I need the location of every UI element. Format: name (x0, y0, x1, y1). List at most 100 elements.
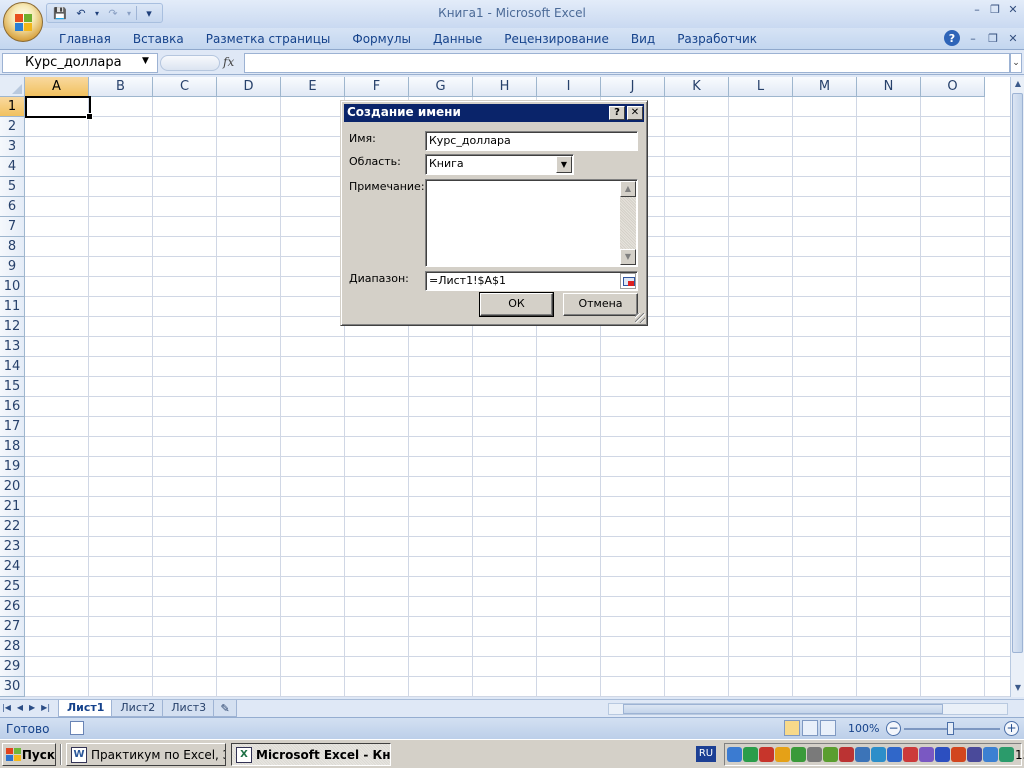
settings-icon[interactable] (807, 747, 822, 762)
ribbon-tab[interactable]: Рецензирование (493, 31, 620, 48)
vertical-scroll-thumb[interactable] (1012, 93, 1023, 653)
page-layout-view-icon[interactable] (802, 720, 818, 736)
new-sheet-icon[interactable]: ✎ (213, 700, 238, 717)
column-header[interactable]: B (89, 77, 153, 97)
globe-icon[interactable] (871, 747, 886, 762)
name-box[interactable]: Курс_доллара (2, 53, 158, 73)
agent-icon[interactable] (823, 747, 838, 762)
column-header[interactable]: I (537, 77, 601, 97)
first-sheet-icon[interactable]: |◀ (2, 703, 11, 712)
row-header[interactable]: 16 (0, 397, 25, 417)
column-header[interactable]: H (473, 77, 537, 97)
scroll-up-icon[interactable]: ▲ (1013, 79, 1023, 91)
row-header[interactable]: 24 (0, 557, 25, 577)
row-header[interactable]: 17 (0, 417, 25, 437)
note-scroll-down-icon[interactable]: ▼ (620, 249, 636, 265)
alert-icon[interactable] (839, 747, 854, 762)
sheet-tab[interactable]: Лист2 (111, 700, 165, 717)
resize-grip-icon[interactable] (635, 313, 645, 323)
vertical-scrollbar[interactable]: ▲ ▼ (1010, 77, 1024, 697)
row-header[interactable]: 8 (0, 237, 25, 257)
row-header[interactable]: 5 (0, 177, 25, 197)
row-header[interactable]: 18 (0, 437, 25, 457)
formula-input[interactable] (244, 53, 1010, 73)
row-header[interactable]: 20 (0, 477, 25, 497)
column-header[interactable]: L (729, 77, 793, 97)
horizontal-scrollbar[interactable] (608, 703, 1008, 715)
security-icon[interactable] (743, 747, 758, 762)
zoom-in-button[interactable]: + (1004, 721, 1019, 736)
column-header[interactable]: J (601, 77, 665, 97)
ribbon-tab[interactable]: Данные (422, 31, 493, 48)
display-icon[interactable] (855, 747, 870, 762)
zoom-out-button[interactable]: − (886, 721, 901, 736)
insert-function-icon[interactable]: fx (223, 55, 234, 69)
row-header[interactable]: 3 (0, 137, 25, 157)
normal-view-icon[interactable] (784, 720, 800, 736)
dialog-help-button[interactable]: ? (609, 106, 625, 120)
last-sheet-icon[interactable]: ▶| (41, 703, 50, 712)
taskbar-button[interactable]: W Практикум по Excel, Зе... (66, 743, 226, 766)
row-header[interactable]: 6 (0, 197, 25, 217)
zoom-slider-thumb[interactable] (947, 722, 954, 735)
note-scroll-up-icon[interactable]: ▲ (620, 181, 636, 197)
collapse-dialog-icon[interactable] (620, 273, 636, 289)
column-header[interactable]: G (409, 77, 473, 97)
row-header[interactable]: 1 (0, 97, 25, 117)
restore-button[interactable]: ❐ (988, 2, 1002, 16)
record-macro-icon[interactable] (70, 721, 84, 735)
prev-sheet-icon[interactable]: ◀ (17, 703, 23, 712)
column-header[interactable]: E (281, 77, 345, 97)
ribbon-tab[interactable]: Вид (620, 31, 666, 48)
row-header[interactable]: 21 (0, 497, 25, 517)
connection-icon[interactable] (983, 747, 998, 762)
row-header[interactable]: 14 (0, 357, 25, 377)
sheet-tab[interactable]: Лист3 (162, 700, 216, 717)
row-header[interactable]: 19 (0, 457, 25, 477)
zoom-level[interactable]: 100% (848, 722, 879, 735)
row-header[interactable]: 22 (0, 517, 25, 537)
horizontal-scroll-thumb[interactable] (623, 704, 943, 714)
column-header[interactable]: F (345, 77, 409, 97)
monitor-icon[interactable] (967, 747, 982, 762)
active-cell[interactable] (25, 96, 93, 120)
doc-restore-button[interactable]: ❐ (986, 31, 1000, 45)
row-header[interactable]: 9 (0, 257, 25, 277)
bluetooth-icon[interactable] (935, 747, 950, 762)
formula-bar-splitter[interactable] (160, 55, 220, 71)
ribbon-tab[interactable]: Вставка (122, 31, 195, 48)
row-header[interactable]: 30 (0, 677, 25, 697)
sheet-tab[interactable]: Лист1 (58, 700, 114, 717)
row-header[interactable]: 28 (0, 637, 25, 657)
antivirus-icon[interactable] (775, 747, 790, 762)
column-header[interactable]: N (857, 77, 921, 97)
shield-icon[interactable] (951, 747, 966, 762)
note-scrollbar[interactable]: ▲ ▼ (620, 181, 636, 265)
sound-icon[interactable] (759, 747, 774, 762)
scope-select[interactable]: Книга ▼ (425, 154, 574, 175)
minimize-button[interactable]: – (970, 2, 984, 16)
row-header[interactable]: 2 (0, 117, 25, 137)
clock[interactable]: 15:25 (1015, 748, 1024, 762)
expand-formula-bar-icon[interactable]: ⌄ (1010, 53, 1022, 73)
column-header[interactable]: M (793, 77, 857, 97)
row-header[interactable]: 29 (0, 657, 25, 677)
ribbon-tab[interactable]: Разметка страницы (195, 31, 342, 48)
note-textarea[interactable]: ▲ ▼ (425, 179, 638, 267)
column-header[interactable]: D (217, 77, 281, 97)
doc-minimize-button[interactable]: – (966, 31, 980, 45)
row-header[interactable]: 12 (0, 317, 25, 337)
name-input[interactable]: Курс_доллара (425, 131, 638, 151)
taskbar-button[interactable]: X Microsoft Excel - Книг... (231, 743, 391, 766)
row-header[interactable]: 7 (0, 217, 25, 237)
nvidia-icon[interactable] (999, 747, 1014, 762)
row-header[interactable]: 25 (0, 577, 25, 597)
ribbon-tab[interactable]: Главная (48, 31, 122, 48)
column-header[interactable]: C (153, 77, 217, 97)
office-icon[interactable] (919, 747, 934, 762)
cancel-button[interactable]: Отмена (563, 293, 638, 316)
ribbon-tab[interactable]: Формулы (341, 31, 422, 48)
row-header[interactable]: 13 (0, 337, 25, 357)
next-sheet-icon[interactable]: ▶ (29, 703, 35, 712)
ribbon-tab[interactable]: Разработчик (666, 31, 768, 48)
